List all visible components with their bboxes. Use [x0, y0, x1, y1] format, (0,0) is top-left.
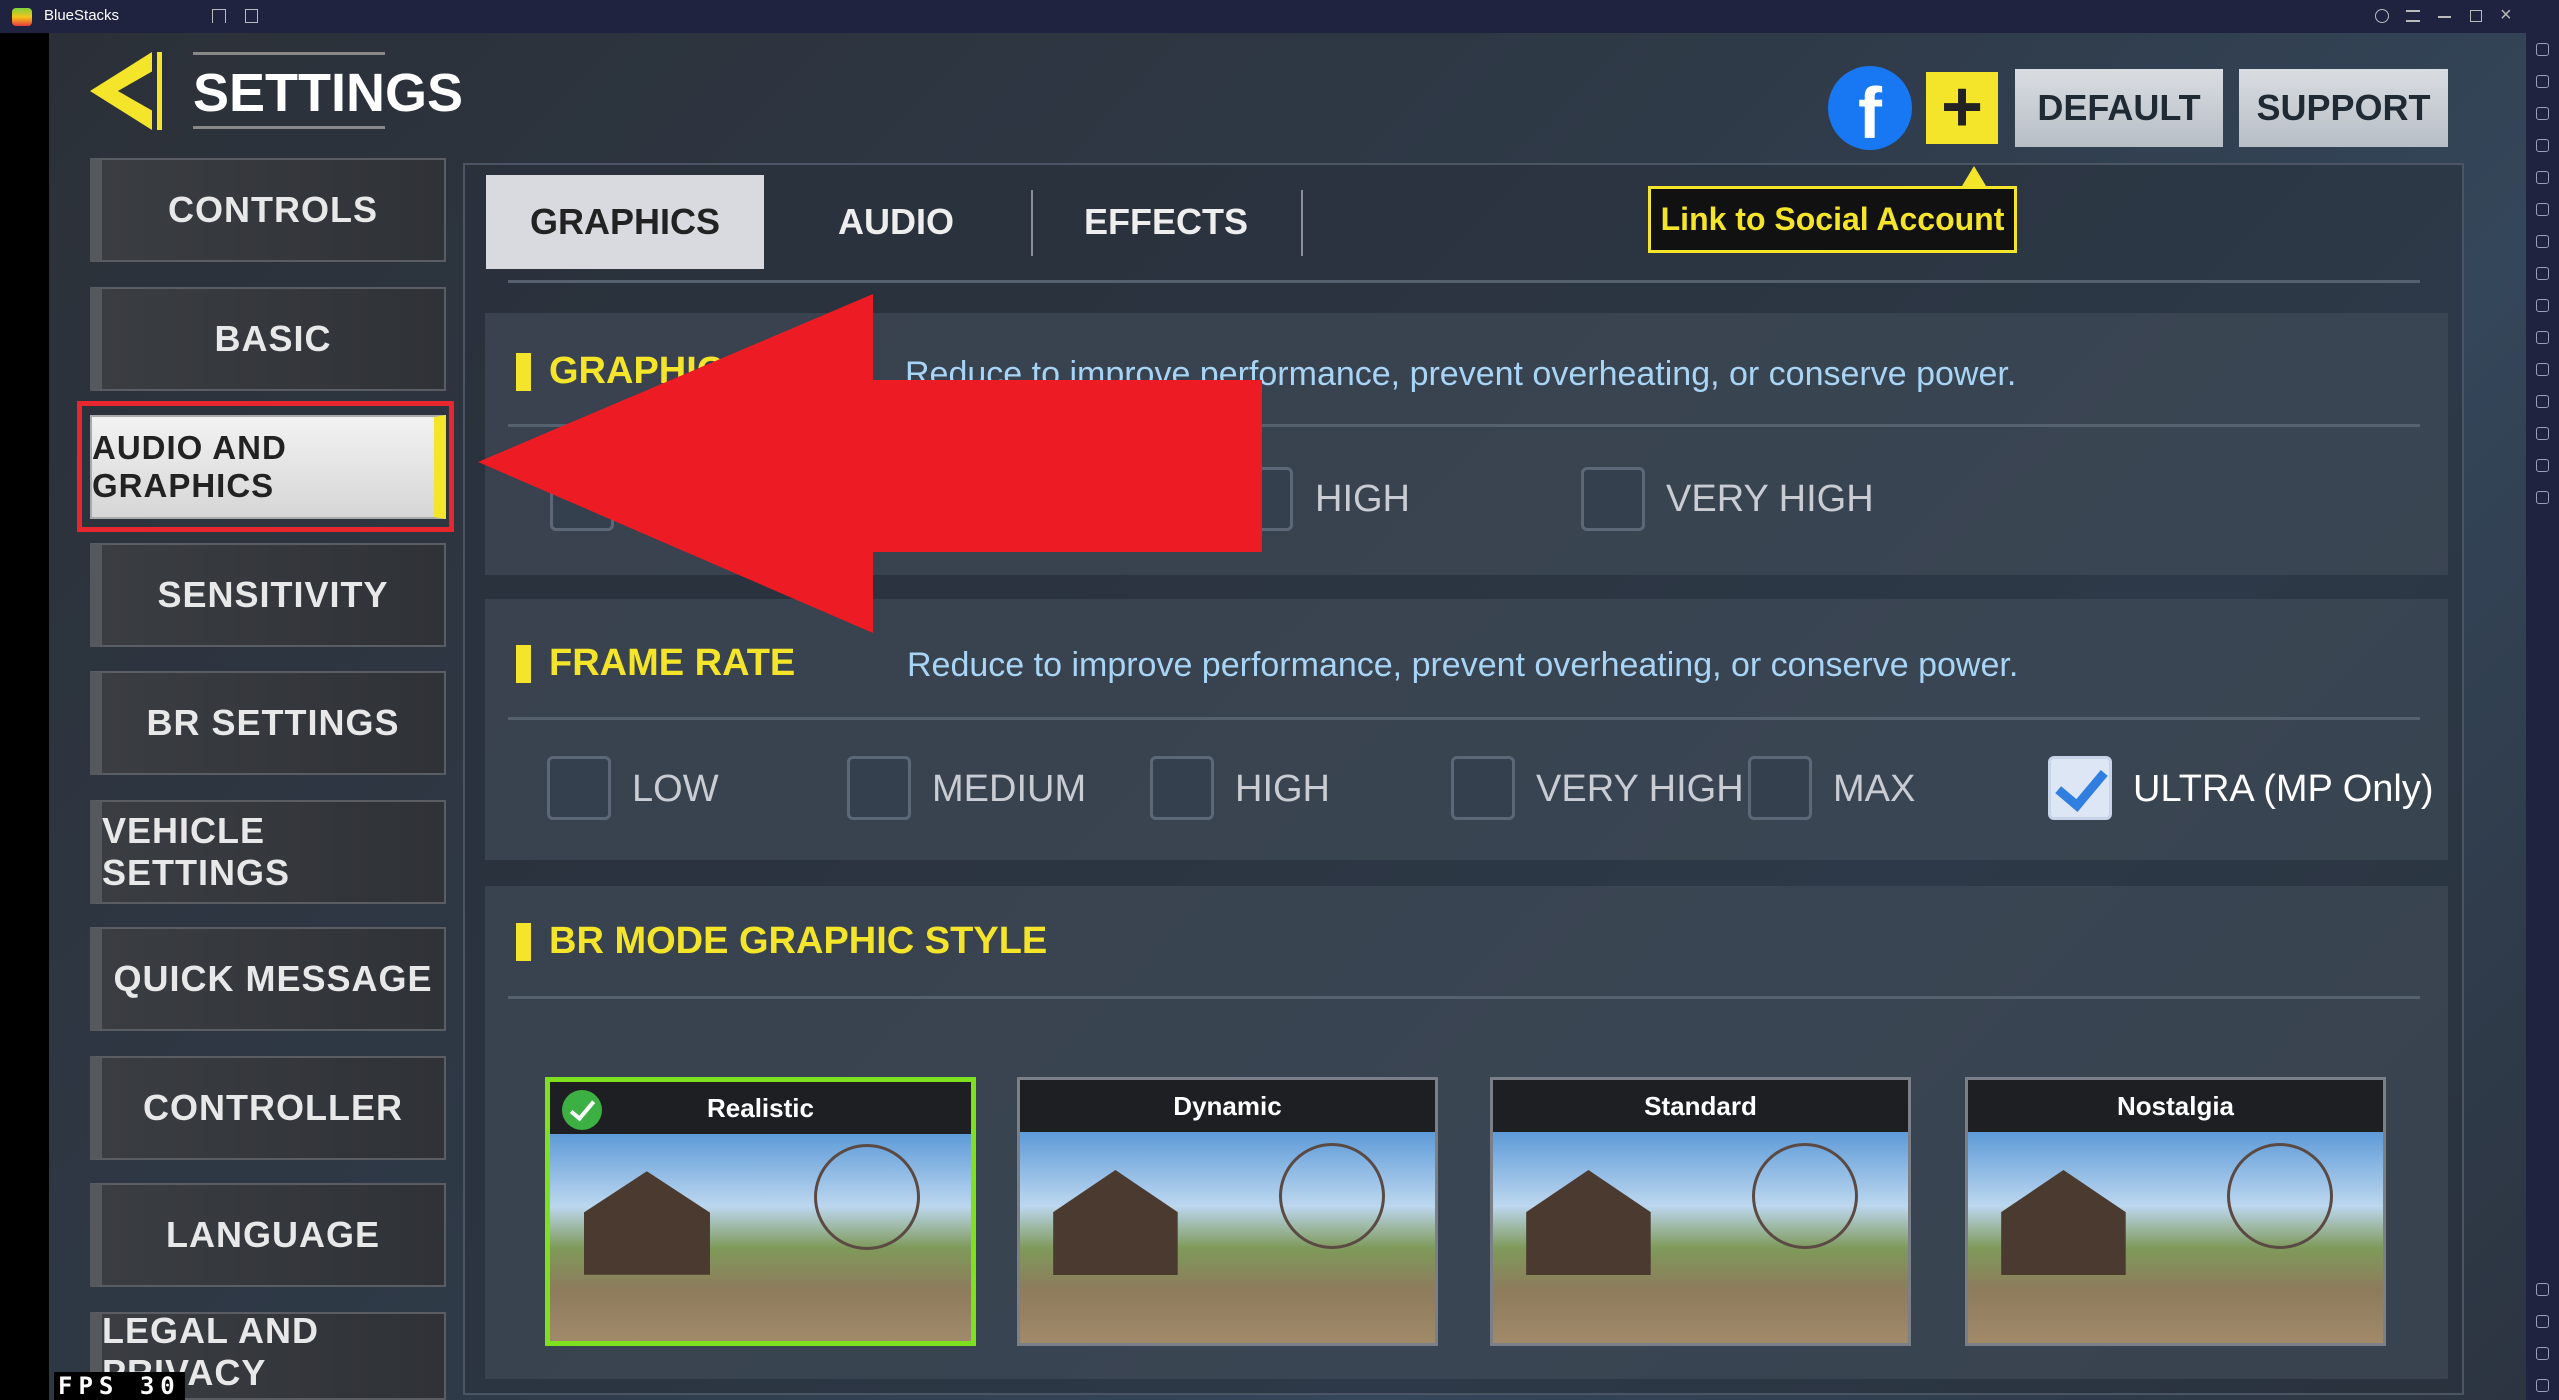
page-title: SETTINGS	[193, 63, 464, 123]
tab-divider	[1031, 190, 1033, 256]
frame-rate-high-checkbox[interactable]	[1150, 756, 1214, 820]
title-divider	[157, 52, 162, 130]
keyboard-icon[interactable]	[2536, 171, 2549, 184]
default-button[interactable]: DEFAULT	[2015, 69, 2223, 147]
recent-apps-icon[interactable]	[2536, 1379, 2549, 1392]
section-title: BR MODE GRAPHIC STYLE	[516, 920, 1047, 963]
frame-rate-low-label: LOW	[632, 768, 719, 810]
style-preview-image	[1968, 1132, 2383, 1343]
tab-audio[interactable]: AUDIO	[790, 175, 1002, 269]
multi-window-icon[interactable]	[2536, 395, 2549, 408]
menu-item-basic[interactable]: BASIC	[90, 287, 446, 391]
menu-item-sensitivity[interactable]: SENSITIVITY	[90, 543, 446, 647]
frame-rate-max-checkbox[interactable]	[1748, 756, 1812, 820]
section-separator	[508, 996, 2420, 999]
title-rule	[193, 126, 385, 129]
menu-item-controls[interactable]: CONTROLS	[90, 158, 446, 262]
sync-icon[interactable]	[2536, 491, 2549, 504]
style-card-realistic[interactable]: Realistic	[545, 1077, 976, 1346]
selected-check-icon	[562, 1090, 602, 1130]
home-icon[interactable]	[2536, 1347, 2549, 1360]
layers-icon[interactable]	[2536, 459, 2549, 472]
tab-effects[interactable]: EFFECTS	[1060, 175, 1272, 269]
frame-rate-max-label: MAX	[1833, 768, 1916, 810]
tab-graphics[interactable]: GRAPHICS	[486, 175, 764, 269]
volume-down-icon[interactable]	[2536, 107, 2549, 120]
minimize-icon[interactable]	[2438, 16, 2451, 18]
graphic-very-high-label: VERY HIGH	[1666, 478, 1874, 520]
red-arrow-annotation	[478, 294, 1262, 633]
menu-item-vehicle-settings[interactable]: VEHICLE SETTINGS	[90, 800, 446, 904]
help-icon[interactable]	[2375, 9, 2389, 23]
frame-rate-medium-checkbox[interactable]	[847, 756, 911, 820]
eco-mode-icon[interactable]	[2536, 427, 2549, 440]
fps-label: FPS	[58, 1372, 120, 1400]
style-preview-image	[550, 1134, 971, 1341]
support-button[interactable]: SUPPORT	[2239, 69, 2448, 147]
window-titlebar: BlueStacks ×	[0, 0, 2559, 33]
frame-rate-very-high-checkbox[interactable]	[1451, 756, 1515, 820]
tab-underline	[508, 280, 2420, 283]
title-rule	[193, 52, 385, 55]
frame-rate-medium-label: MEDIUM	[932, 768, 1087, 810]
home-icon[interactable]	[212, 9, 226, 23]
screenshot-icon[interactable]	[2536, 299, 2549, 312]
frame-rate-low-checkbox[interactable]	[547, 756, 611, 820]
window-title: BlueStacks	[44, 7, 120, 24]
style-card-standard[interactable]: Standard	[1490, 1077, 1911, 1346]
frame-rate-ultra-checkbox[interactable]	[2048, 756, 2112, 820]
camera-icon[interactable]	[2536, 331, 2549, 344]
arrow-shape	[478, 294, 1262, 633]
menu-icon[interactable]	[2406, 10, 2420, 22]
section-description: Reduce to improve performance, prevent o…	[907, 646, 2019, 684]
close-icon[interactable]: ×	[2500, 4, 2512, 27]
graphic-high-label: HIGH	[1315, 478, 1410, 520]
screen-record-icon[interactable]	[2536, 139, 2549, 152]
link-social-tooltip: Link to Social Account	[1648, 186, 2017, 253]
volume-up-icon[interactable]	[2536, 75, 2549, 88]
bluestacks-sidebar	[2526, 33, 2559, 1400]
style-card-nostalgia[interactable]: Nostalgia	[1965, 1077, 2386, 1346]
style-preview-image	[1020, 1132, 1435, 1343]
style-card-label: Realistic	[550, 1082, 971, 1134]
back-icon[interactable]	[2536, 1315, 2549, 1328]
restore-icon[interactable]	[2470, 10, 2482, 22]
menu-item-br-settings[interactable]: BR SETTINGS	[90, 671, 446, 775]
install-apk-icon[interactable]	[2536, 267, 2549, 280]
style-card-label: Dynamic	[1020, 1080, 1435, 1132]
fps-counter: FPS 30	[54, 1372, 185, 1400]
multi-instance-icon[interactable]	[245, 9, 258, 23]
style-preview-image	[1493, 1132, 1908, 1343]
fullscreen-icon[interactable]	[2536, 43, 2549, 56]
menu-item-language[interactable]: LANGUAGE	[90, 1183, 446, 1287]
settings-icon[interactable]	[2536, 1283, 2549, 1296]
rotate-icon[interactable]	[2536, 203, 2549, 216]
folder-icon[interactable]	[2536, 363, 2549, 376]
style-card-label: Standard	[1493, 1080, 1908, 1132]
menu-item-quick-message[interactable]: QUICK MESSAGE	[90, 927, 446, 1031]
menu-item-controller[interactable]: CONTROLLER	[90, 1056, 446, 1160]
section-separator	[508, 717, 2420, 720]
graphic-very-high-checkbox[interactable]	[1581, 467, 1645, 531]
highlight-box-annotation	[77, 401, 454, 532]
macro-icon[interactable]	[2536, 235, 2549, 248]
fps-value: 30	[139, 1372, 181, 1400]
frame-rate-ultra-label: ULTRA (MP Only)	[2133, 768, 2434, 810]
frame-rate-high-label: HIGH	[1235, 768, 1330, 810]
style-card-dynamic[interactable]: Dynamic	[1017, 1077, 1438, 1346]
frame-rate-very-high-label: VERY HIGH	[1536, 768, 1744, 810]
style-card-label: Nostalgia	[1968, 1080, 2383, 1132]
add-link-button[interactable]: +	[1926, 71, 1998, 144]
section-title: FRAME RATE	[516, 642, 795, 685]
tooltip-pointer	[1962, 166, 1986, 186]
facebook-icon[interactable]: f	[1828, 66, 1912, 150]
tab-divider	[1301, 190, 1303, 256]
bluestacks-logo-icon	[12, 8, 32, 26]
